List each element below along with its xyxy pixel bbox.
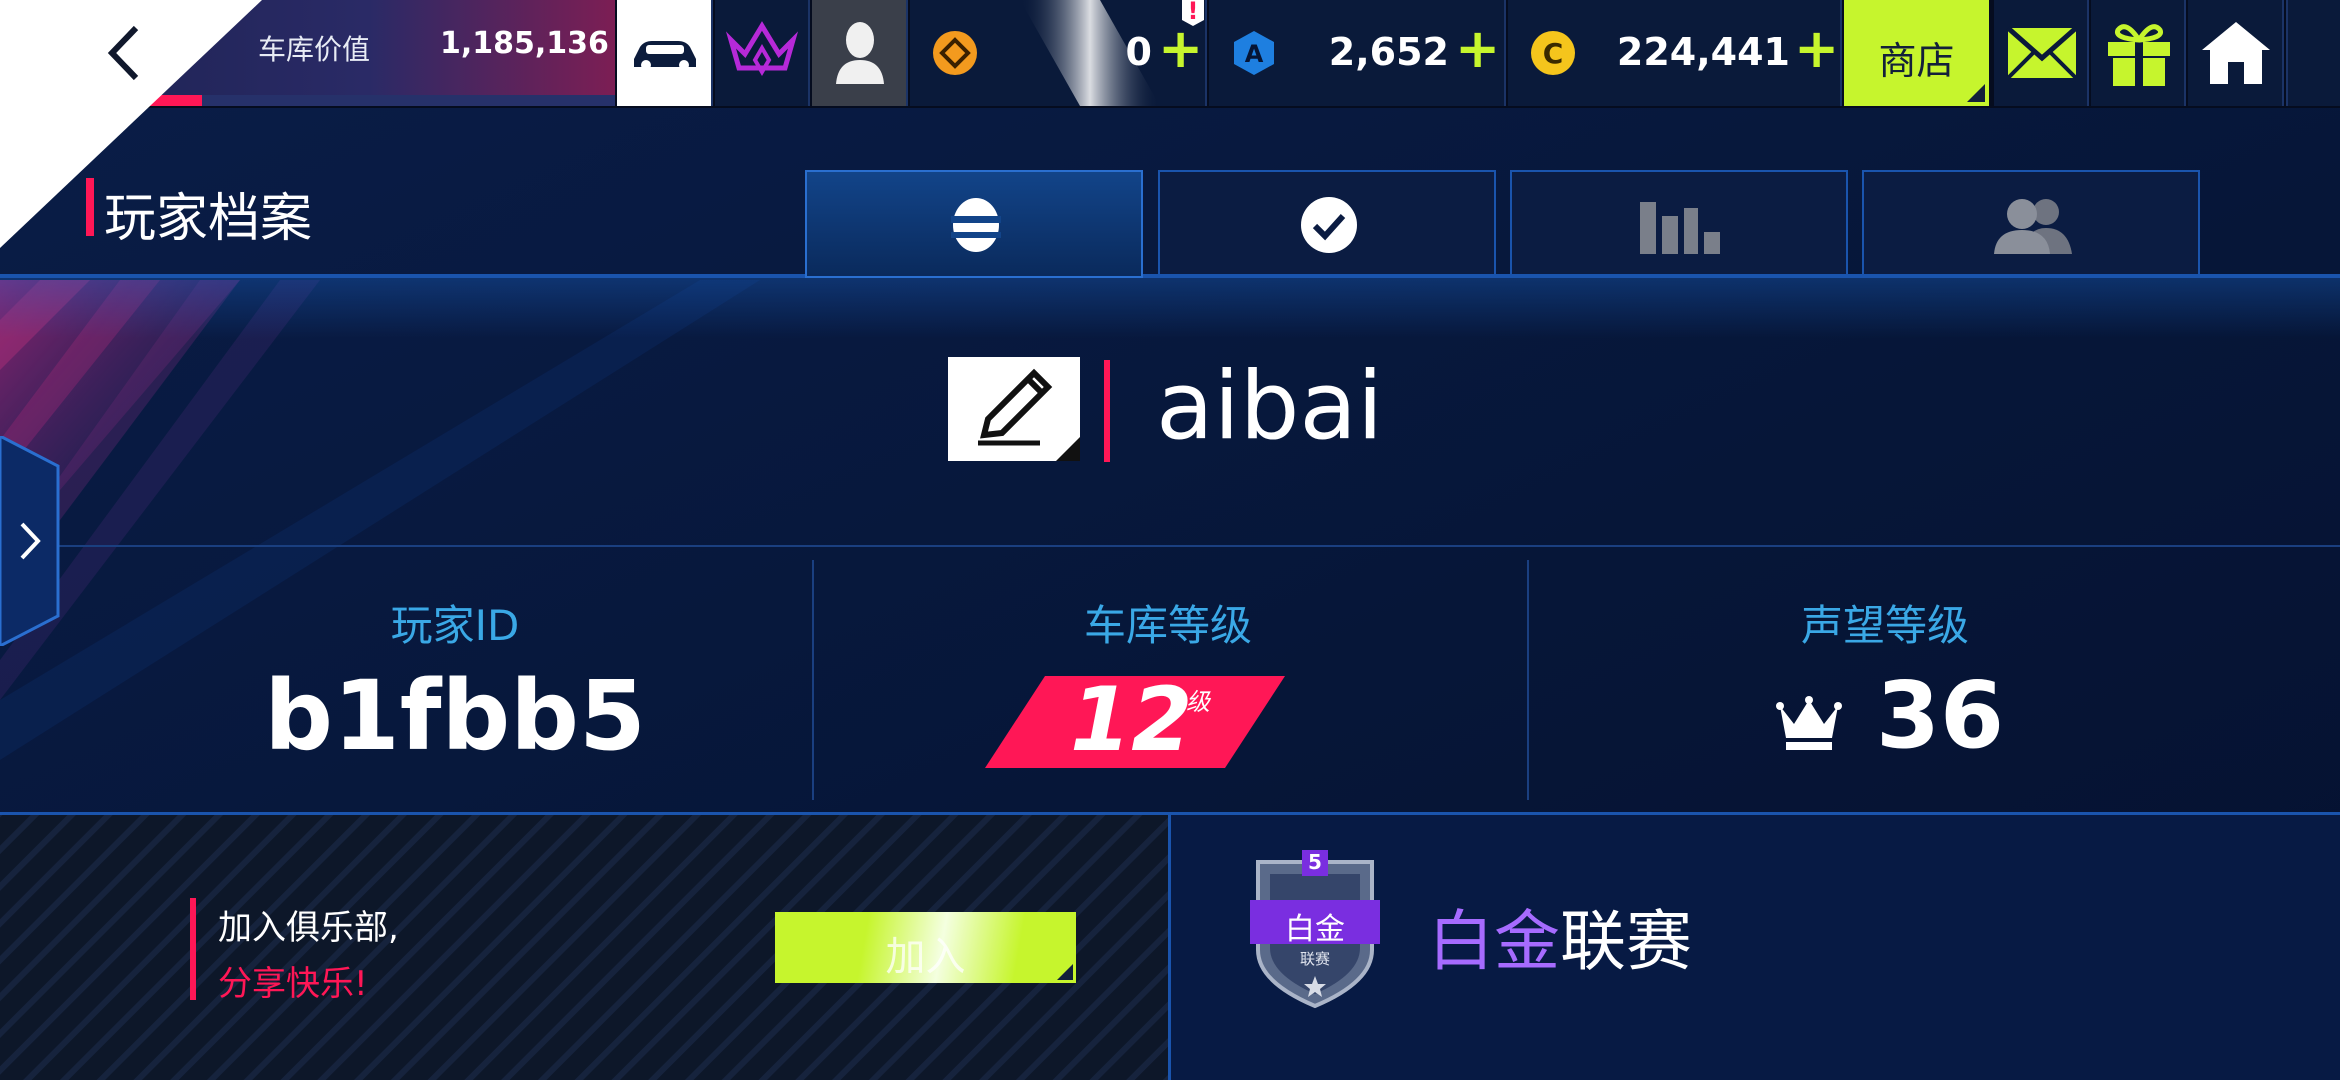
credit-counter[interactable]: C 224,441 + bbox=[1508, 0, 1842, 106]
prestige-level: 36 bbox=[1876, 662, 2005, 769]
crown-icon bbox=[1776, 696, 1842, 750]
title-accent bbox=[86, 178, 94, 236]
helmet-icon bbox=[951, 198, 1001, 252]
blue-credit-icon: A bbox=[1234, 31, 1274, 75]
shop-button[interactable]: 商店 bbox=[1844, 0, 1989, 106]
checkmark-icon bbox=[1301, 197, 1357, 253]
car-icon bbox=[634, 41, 696, 70]
league-badge-title: 白金 bbox=[1285, 912, 1345, 947]
svg-text:C: C bbox=[1543, 37, 1564, 70]
username: aibai bbox=[1156, 352, 1384, 461]
garage-level: 12 bbox=[1070, 668, 1193, 771]
shop-label: 商店 bbox=[1878, 39, 1955, 83]
garage-level-label: 车库等级 bbox=[1083, 601, 1252, 650]
token-counter[interactable]: 0 + ! bbox=[910, 0, 1207, 106]
friends-icon bbox=[1994, 199, 2072, 254]
token-value: 0 bbox=[1125, 30, 1152, 74]
club-accent bbox=[190, 898, 196, 1000]
league-emblem-button[interactable] bbox=[715, 0, 810, 106]
side-expand-button[interactable] bbox=[0, 436, 64, 646]
tab-achievements[interactable] bbox=[1158, 170, 1496, 276]
join-club-label: 加入 bbox=[885, 934, 966, 980]
prestige-level-label: 声望等级 bbox=[1800, 601, 1969, 650]
edit-name-button[interactable] bbox=[948, 357, 1080, 461]
club-invite-line1: 加入俱乐部, bbox=[218, 908, 399, 948]
name-divider bbox=[1104, 360, 1110, 462]
league-name-highlight: 白金 bbox=[1428, 903, 1560, 980]
car-button[interactable] bbox=[617, 0, 713, 106]
bar-chart-icon bbox=[1640, 202, 1720, 254]
svg-text:A: A bbox=[1245, 40, 1264, 68]
club-invite-line2: 分享快乐! bbox=[218, 964, 368, 1004]
crown-emblem-icon bbox=[725, 21, 799, 76]
blue-credit-add-button[interactable]: + bbox=[1455, 22, 1500, 76]
topbar-end-box bbox=[2286, 0, 2340, 106]
garage-value-label: 车库价值 bbox=[258, 33, 371, 66]
league-badge-sub: 联赛 bbox=[1299, 950, 1330, 968]
credit-value: 224,441 bbox=[1616, 30, 1790, 74]
gift-button[interactable] bbox=[2091, 0, 2186, 106]
tab-profile[interactable] bbox=[805, 170, 1143, 278]
shop-corner bbox=[1967, 84, 1985, 102]
player-id-label: 玩家ID bbox=[390, 601, 520, 650]
league-badge: 5 白金 联赛 bbox=[1250, 850, 1380, 1010]
page-title: 玩家档案 bbox=[104, 189, 313, 249]
credit-add-button[interactable]: + bbox=[1794, 22, 1839, 76]
home-button[interactable] bbox=[2188, 0, 2284, 106]
garage-value: 1,185,136 bbox=[440, 26, 609, 61]
blue-credit-counter[interactable]: A 2,652 + bbox=[1209, 0, 1506, 106]
tab-friends[interactable] bbox=[1862, 170, 2200, 276]
mail-button[interactable] bbox=[1994, 0, 2089, 106]
token-add-button[interactable]: + bbox=[1158, 22, 1203, 76]
player-id: b1fbb5 bbox=[264, 660, 646, 772]
garage-level-unit: 级 bbox=[1186, 688, 1210, 716]
avatar-button[interactable] bbox=[812, 0, 908, 106]
join-corner bbox=[1057, 964, 1073, 980]
pencil-icon bbox=[978, 368, 1080, 461]
league-name-rest: 联赛 bbox=[1560, 903, 1692, 980]
tab-stats[interactable] bbox=[1510, 170, 1848, 276]
league-name: 白金联赛 bbox=[1428, 888, 1692, 984]
chevron-left-icon[interactable] bbox=[104, 24, 144, 82]
home-icon bbox=[2202, 22, 2270, 84]
league-badge-number: 5 bbox=[1308, 850, 1322, 874]
gift-icon bbox=[2108, 24, 2170, 86]
top-bar: 车库价值 1,185,136 0 + ! A 2,652 + C 224,441… bbox=[0, 0, 2340, 108]
avatar-icon bbox=[836, 22, 884, 84]
mail-icon bbox=[2006, 26, 2078, 80]
token-icon bbox=[933, 31, 977, 75]
credit-icon: C bbox=[1531, 31, 1575, 75]
blue-credit-value: 2,652 bbox=[1328, 30, 1449, 74]
join-club-button[interactable]: 加入 bbox=[775, 912, 1076, 983]
